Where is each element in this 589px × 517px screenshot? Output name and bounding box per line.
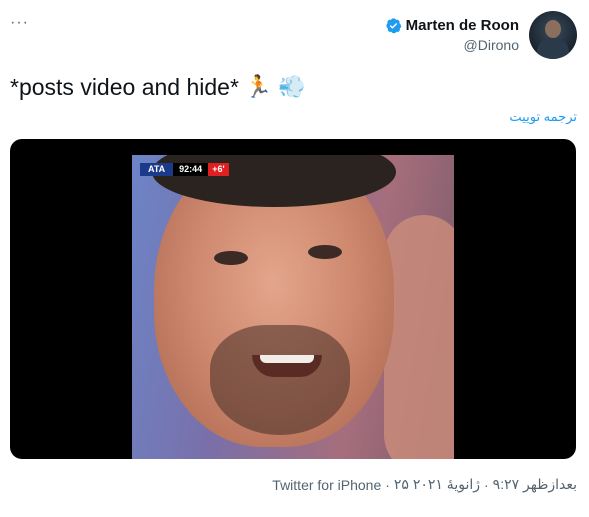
tweet-time[interactable]: ۹:۲۷ بعدازظهر (493, 476, 577, 493)
translate-tweet-link[interactable]: ترجمه توییت (509, 109, 577, 125)
tweet-date[interactable]: ۲۵ ژانویهٔ ۲۰۲۱ (394, 476, 480, 493)
meta-separator: · (385, 476, 390, 493)
scorebug: ATA 92:44 +6' (140, 163, 229, 176)
tweet-text: *posts video and hide* 🏃 💨 (10, 74, 306, 101)
video-frame: ATA 92:44 +6' (132, 155, 454, 459)
tweet-meta: Twitter for iPhone · ۲۵ ژانویهٔ ۲۰۲۱ · ۹… (272, 476, 577, 493)
tweet-text-content: *posts video and hide* (10, 74, 239, 100)
tweet-source-link[interactable]: Twitter for iPhone (272, 477, 381, 493)
meta-separator: · (484, 476, 489, 493)
scorebug-team: ATA (140, 163, 174, 176)
avatar[interactable] (529, 11, 577, 59)
tweet-author: Marten de Roon @Dirono (385, 10, 577, 60)
scorebug-added-time: +6' (208, 163, 229, 176)
video-player[interactable]: ATA 92:44 +6' (10, 139, 576, 459)
author-names: Marten de Roon @Dirono (385, 17, 519, 53)
author-handle[interactable]: @Dirono (385, 37, 519, 53)
person-running-emoji-icon: 🏃 (244, 75, 273, 100)
author-display-name[interactable]: Marten de Roon (406, 17, 519, 34)
verified-badge-icon (386, 18, 401, 34)
scorebug-clock: 92:44 (173, 163, 209, 176)
name-row: Marten de Roon (385, 17, 519, 34)
dash-emoji-icon: 💨 (278, 75, 306, 100)
more-options-icon[interactable]: ··· (10, 14, 29, 32)
